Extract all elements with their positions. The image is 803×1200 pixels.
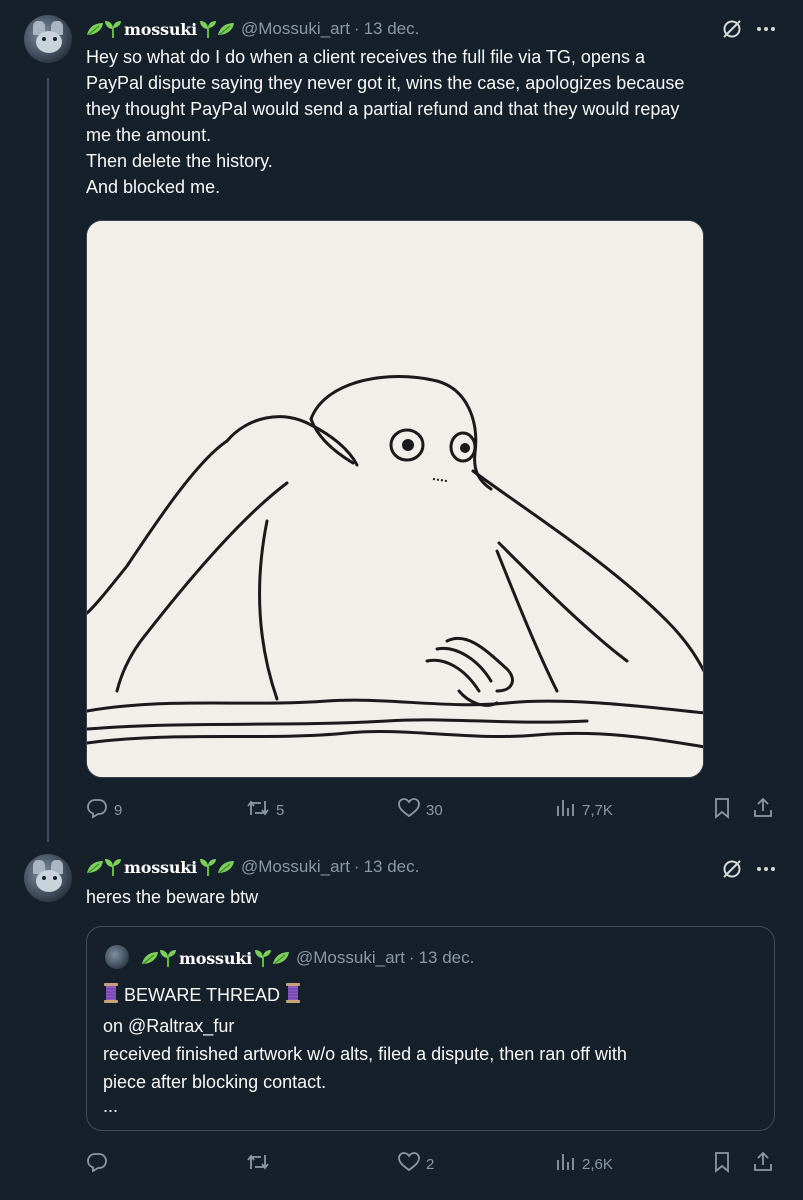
- tweet-top-actions: [721, 18, 777, 45]
- bookmark-button[interactable]: [712, 1151, 732, 1177]
- grok-icon[interactable]: [721, 18, 743, 45]
- tweet-text-line: Then delete the history.: [86, 151, 273, 171]
- reply-count: 9: [114, 801, 123, 819]
- user-handle[interactable]: @Mossuki_art: [241, 19, 350, 39]
- repost-icon: [246, 797, 270, 823]
- tweet-header: mossuki @Mossuki_art · 13 dec.: [86, 856, 419, 878]
- tweet-header: mossuki @Mossuki_art · 13 dec.: [86, 18, 419, 40]
- quoted-text-line: received finished artwork w/o alts, file…: [103, 1044, 627, 1064]
- bookmark-button[interactable]: [712, 797, 732, 823]
- sprout-icon: [199, 19, 217, 39]
- avatar[interactable]: [24, 854, 72, 902]
- quoted-title-line: BEWARE THREAD: [103, 981, 763, 1012]
- like-icon: [398, 797, 420, 823]
- tweet-2-actions: 2 2,6K: [86, 1151, 776, 1175]
- views-button[interactable]: 7,7K: [554, 797, 613, 823]
- sprout-icon: [159, 948, 177, 968]
- sprout-icon: [199, 857, 217, 877]
- tweet-text: Hey so what do I do when a client receiv…: [86, 44, 776, 200]
- quoted-tweet-text: BEWARE THREAD on @Raltrax_fur received f…: [103, 981, 763, 1116]
- leaf-icon: [86, 21, 104, 37]
- repost-count: 5: [276, 801, 285, 819]
- display-name[interactable]: mossuki: [124, 858, 197, 877]
- share-icon: [752, 797, 774, 823]
- separator-dot: ·: [408, 948, 415, 967]
- quoted-text-line: ...: [103, 1096, 119, 1116]
- views-count: 7,7K: [582, 801, 613, 819]
- more-icon[interactable]: [755, 858, 777, 885]
- tweet-text-line: heres the beware btw: [86, 887, 259, 907]
- like-count: 30: [426, 801, 443, 819]
- sprout-icon: [254, 948, 272, 968]
- like-button[interactable]: 2: [398, 1151, 434, 1177]
- repost-icon: [246, 1151, 270, 1177]
- spool-icon: [285, 982, 301, 1012]
- user-handle[interactable]: @Mossuki_art: [241, 857, 350, 877]
- reply-button[interactable]: [86, 1151, 114, 1177]
- views-icon: [554, 797, 576, 823]
- like-count: 2: [426, 1155, 435, 1173]
- quoted-handle: @Mossuki_art: [296, 948, 405, 967]
- views-icon: [554, 1151, 576, 1177]
- tweet-text: heres the beware btw: [86, 884, 776, 910]
- attached-drawing-image[interactable]: [86, 220, 704, 778]
- quoted-tweet-header: mossuki @Mossuki_art · 13 dec.: [141, 947, 474, 969]
- quoted-tweet-card[interactable]: mossuki @Mossuki_art · 13 dec. BEWARE TH…: [86, 926, 775, 1131]
- quoted-text-line: piece after blocking contact.: [103, 1072, 327, 1092]
- leaf-icon: [217, 859, 235, 875]
- display-name[interactable]: mossuki: [124, 20, 197, 39]
- quoted-display-name: mossuki: [179, 948, 253, 968]
- grok-icon[interactable]: [721, 858, 743, 885]
- reply-button[interactable]: 9: [86, 797, 122, 823]
- sprout-icon: [104, 857, 122, 877]
- repost-button[interactable]: [246, 1151, 276, 1177]
- tweet-1[interactable]: mossuki @Mossuki_art · 13 dec. Hey so wh…: [0, 0, 803, 842]
- timeline: mossuki @Mossuki_art · 13 dec. Hey so wh…: [0, 0, 803, 1200]
- leaf-icon: [141, 950, 159, 966]
- reply-icon: [86, 1151, 108, 1177]
- repost-button[interactable]: 5: [246, 797, 284, 823]
- tweet-text-line: And blocked me.: [86, 177, 221, 197]
- views-count: 2,6K: [582, 1155, 613, 1173]
- tweet-text-line: me the amount.: [86, 125, 212, 145]
- like-icon: [398, 1151, 420, 1177]
- views-button[interactable]: 2,6K: [554, 1151, 613, 1177]
- separator-dot: ·: [353, 19, 360, 38]
- leaf-icon: [86, 859, 104, 875]
- quoted-date: 13 dec.: [418, 948, 475, 967]
- tweet-text-line: Hey so what do I do when a client receiv…: [86, 47, 645, 67]
- like-button[interactable]: 30: [398, 797, 443, 823]
- spool-icon: [103, 982, 119, 1012]
- quoted-title: BEWARE THREAD: [124, 985, 281, 1005]
- tweet-top-actions: [721, 858, 777, 885]
- post-date[interactable]: 13 dec.: [364, 857, 420, 877]
- reply-icon: [86, 797, 108, 823]
- tweet-text-line: they thought PayPal would send a partial…: [86, 99, 680, 119]
- separator-dot: ·: [353, 857, 360, 876]
- pencil-drawing-creature: [87, 221, 703, 777]
- post-date[interactable]: 13 dec.: [364, 19, 420, 39]
- sprout-icon: [104, 19, 122, 39]
- bookmark-icon: [712, 1151, 732, 1177]
- quoted-avatar: [105, 945, 129, 969]
- leaf-icon: [272, 950, 290, 966]
- tweet-text-line: PayPal dispute saying they never got it,…: [86, 73, 685, 93]
- bookmark-icon: [712, 797, 732, 823]
- avatar[interactable]: [24, 15, 72, 63]
- more-icon[interactable]: [755, 18, 777, 45]
- share-icon: [752, 1151, 774, 1177]
- leaf-icon: [217, 21, 235, 37]
- tweet-actions: 9 5 30 7,7K: [86, 797, 776, 821]
- share-button[interactable]: [752, 1151, 774, 1177]
- quoted-text-line: on @Raltrax_fur: [103, 1016, 235, 1036]
- share-button[interactable]: [752, 797, 774, 823]
